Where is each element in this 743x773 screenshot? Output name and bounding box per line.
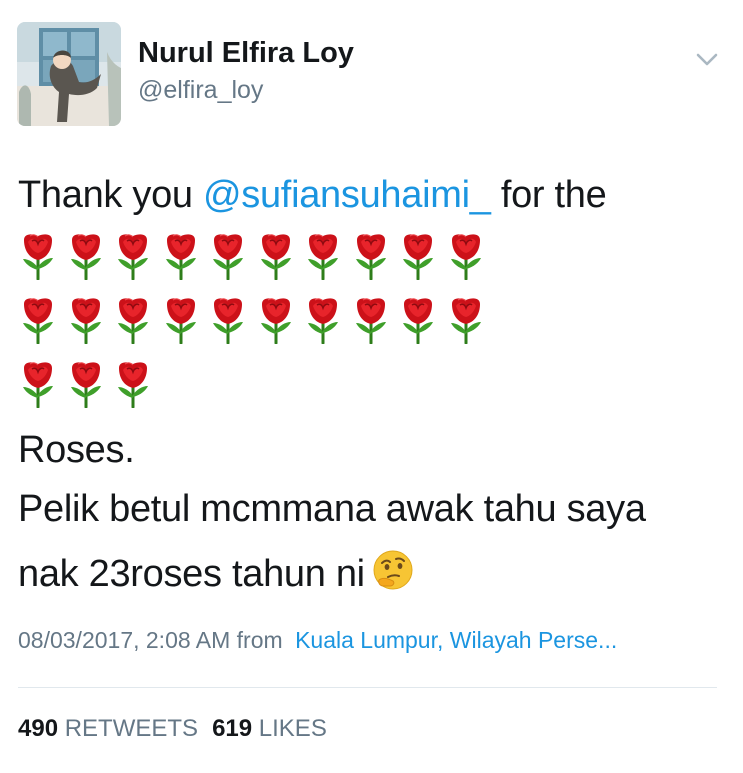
author-handle[interactable]: @elfira_loy — [138, 76, 263, 105]
rose-icon — [398, 232, 438, 280]
mention-link[interactable]: @sufiansuhaimi_ — [203, 174, 491, 216]
tweet-line-1: Thank you @sufiansuhaimi_ for the — [18, 174, 607, 217]
rose-row-2 — [18, 296, 486, 344]
rose-icon — [446, 232, 486, 280]
likes-count: 619 — [212, 715, 253, 742]
rose-icon — [398, 296, 438, 344]
rose-row-3 — [18, 360, 153, 408]
tweet-line-roses: Roses. — [18, 429, 135, 471]
chevron-down-icon[interactable] — [694, 46, 720, 72]
rose-icon — [161, 232, 201, 280]
tweet-text-prefix: Thank you — [18, 174, 203, 216]
retweets-stat[interactable]: 490 RETWEETS — [18, 715, 198, 742]
tweet-text-suffix: for the — [490, 174, 607, 216]
rose-icon — [351, 232, 391, 280]
tweet-stats: 490 RETWEETS 619 LIKES — [18, 715, 327, 743]
tweet-line-question: Pelik betul mcmmana awak tahu saya — [18, 488, 646, 530]
tweet-meta: 08/03/2017, 2:08 AM from Kuala Lumpur, W… — [18, 627, 617, 654]
divider — [18, 687, 717, 688]
likes-stat[interactable]: 619 LIKES — [212, 715, 327, 742]
rose-icon — [66, 360, 106, 408]
rose-icon — [303, 232, 343, 280]
rose-icon — [161, 296, 201, 344]
rose-icon — [256, 296, 296, 344]
rose-icon — [113, 360, 153, 408]
rose-icon — [66, 296, 106, 344]
rose-icon — [303, 296, 343, 344]
timestamp[interactable]: 08/03/2017, 2:08 AM — [18, 627, 230, 653]
rose-icon — [208, 232, 248, 280]
rose-icon — [256, 232, 296, 280]
tweet-line-last: nak 23roses tahun ni — [18, 548, 415, 596]
rose-icon — [113, 232, 153, 280]
rose-icon — [351, 296, 391, 344]
likes-label: LIKES — [258, 715, 327, 742]
rose-icon — [66, 232, 106, 280]
avatar[interactable] — [17, 22, 121, 126]
rose-icon — [113, 296, 153, 344]
rose-icon — [446, 296, 486, 344]
retweets-count: 490 — [18, 715, 59, 742]
rose-row-1 — [18, 232, 486, 280]
rose-icon — [18, 360, 58, 408]
from-label: from — [236, 627, 283, 653]
thinking-face-icon — [371, 548, 415, 592]
rose-icon — [18, 232, 58, 280]
location-link[interactable]: Kuala Lumpur, Wilayah Perse... — [295, 627, 617, 653]
rose-icon — [18, 296, 58, 344]
retweets-label: RETWEETS — [64, 715, 199, 742]
rose-icon — [208, 296, 248, 344]
author-name[interactable]: Nurul Elfira Loy — [138, 37, 354, 70]
tweet-text-last: nak 23roses tahun ni — [18, 553, 365, 595]
